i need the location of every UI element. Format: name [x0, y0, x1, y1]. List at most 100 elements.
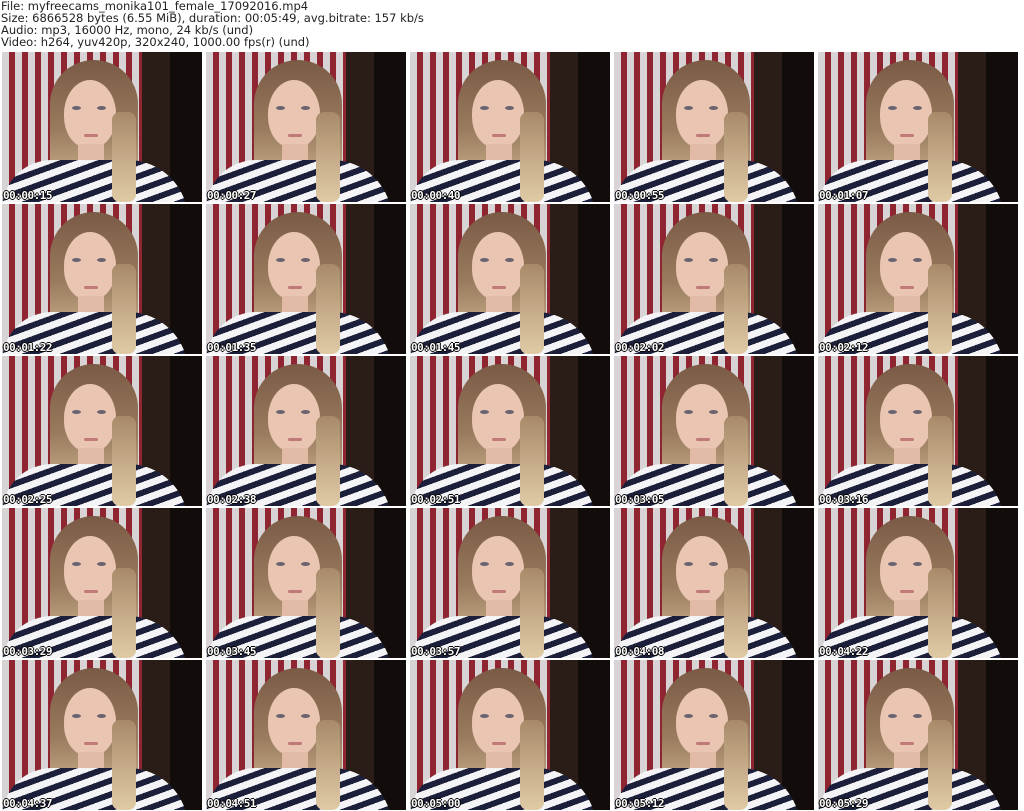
eye: [888, 106, 897, 110]
eye: [505, 410, 514, 414]
eye: [709, 258, 718, 262]
eye: [888, 410, 897, 414]
mouth: [696, 134, 710, 137]
eye: [913, 562, 922, 566]
timestamp: 00:02:02: [615, 341, 664, 354]
eye: [97, 410, 106, 414]
video-thumbnail: 00:02:02: [614, 204, 814, 354]
mouth: [492, 590, 506, 593]
video-thumbnail: 00:00:40: [410, 52, 610, 202]
video-thumbnail: 00:00:15: [2, 52, 202, 202]
video-thumbnail: 00:04:51: [206, 660, 406, 810]
mouth: [900, 742, 914, 745]
eye: [480, 106, 489, 110]
mouth: [492, 134, 506, 137]
face: [64, 384, 116, 452]
video-thumbnail: 00:00:27: [206, 52, 406, 202]
eye: [913, 410, 922, 414]
video-thumbnail: 00:03:05: [614, 356, 814, 506]
timestamp: 00:01:07: [819, 189, 868, 202]
timestamp: 00:02:12: [819, 341, 868, 354]
video-thumbnail: 00:05:12: [614, 660, 814, 810]
timestamp: 00:03:16: [819, 493, 868, 506]
mouth: [84, 286, 98, 289]
face: [268, 688, 320, 756]
hair-strand: [520, 264, 544, 354]
face: [676, 384, 728, 452]
timestamp: 00:01:35: [207, 341, 256, 354]
video-thumbnail: 00:05:29: [818, 660, 1018, 810]
face: [268, 80, 320, 148]
eye: [709, 714, 718, 718]
face: [64, 688, 116, 756]
eye: [72, 410, 81, 414]
eye: [480, 714, 489, 718]
timestamp: 00:05:29: [819, 797, 868, 810]
eye: [97, 714, 106, 718]
mouth: [900, 590, 914, 593]
eye: [276, 258, 285, 262]
video-thumbnail: 00:02:12: [818, 204, 1018, 354]
face: [472, 384, 524, 452]
thumbnail-grid: 00:00:15 00:00:27 00:00:40 00:00:55 00:01:07…: [2, 52, 1018, 810]
eye: [480, 258, 489, 262]
mouth: [492, 438, 506, 441]
face: [472, 688, 524, 756]
hair-strand: [112, 264, 136, 354]
mouth: [84, 590, 98, 593]
eye: [888, 562, 897, 566]
eye: [913, 258, 922, 262]
video-info: Video: h264, yuv420p, 320x240, 1000.00 f…: [1, 35, 310, 49]
eye: [72, 562, 81, 566]
face: [472, 536, 524, 604]
eye: [72, 714, 81, 718]
video-thumbnail: 00:01:22: [2, 204, 202, 354]
face: [472, 80, 524, 148]
hair-strand: [316, 568, 340, 658]
video-thumbnail: 00:05:00: [410, 660, 610, 810]
hair-strand: [724, 568, 748, 658]
mouth: [900, 438, 914, 441]
hair-strand: [316, 416, 340, 506]
timestamp: 00:02:51: [411, 493, 460, 506]
eye: [276, 562, 285, 566]
video-thumbnail: 00:01:35: [206, 204, 406, 354]
hair-strand: [112, 112, 136, 202]
timestamp: 00:00:40: [411, 189, 460, 202]
eye: [888, 258, 897, 262]
timestamp: 00:02:25: [3, 493, 52, 506]
hair-strand: [316, 264, 340, 354]
file-info: File: myfreecams_monika101_female_170920…: [1, 0, 424, 48]
mouth: [492, 742, 506, 745]
timestamp: 00:03:29: [3, 645, 52, 658]
video-thumbnail: 00:03:45: [206, 508, 406, 658]
video-thumbnail: 00:04:08: [614, 508, 814, 658]
eye: [480, 562, 489, 566]
face: [676, 232, 728, 300]
mouth: [900, 134, 914, 137]
video-thumbnail: 00:02:51: [410, 356, 610, 506]
eye: [913, 714, 922, 718]
face: [268, 232, 320, 300]
video-thumbnail: 00:01:45: [410, 204, 610, 354]
eye: [276, 106, 285, 110]
video-thumbnail: 00:02:38: [206, 356, 406, 506]
face: [676, 688, 728, 756]
mouth: [696, 742, 710, 745]
eye: [709, 562, 718, 566]
video-thumbnail: 00:01:07: [818, 52, 1018, 202]
eye: [301, 410, 310, 414]
timestamp: 00:00:15: [3, 189, 52, 202]
eye: [684, 410, 693, 414]
timestamp: 00:03:45: [207, 645, 256, 658]
mouth: [696, 438, 710, 441]
video-thumbnail: 00:03:57: [410, 508, 610, 658]
mouth: [84, 134, 98, 137]
hair-strand: [928, 568, 952, 658]
eye: [505, 714, 514, 718]
hair-strand: [520, 416, 544, 506]
eye: [97, 106, 106, 110]
eye: [480, 410, 489, 414]
eye: [301, 562, 310, 566]
mouth: [288, 742, 302, 745]
